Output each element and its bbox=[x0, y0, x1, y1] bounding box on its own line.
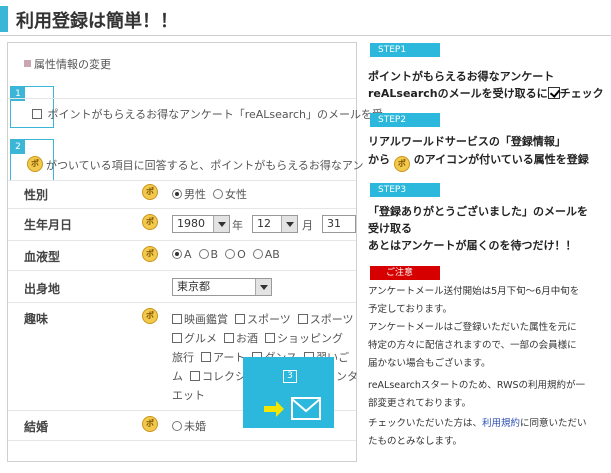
step2-line2: から ポ のアイコンが付いている属性を登録 bbox=[368, 151, 589, 172]
optin-row: ポイントがもらえるお得なアンケート「reALsearch」のメールを受 bbox=[32, 106, 383, 122]
blood-a-radio[interactable] bbox=[172, 249, 182, 259]
divider bbox=[8, 98, 356, 99]
coin-icon: ポ bbox=[142, 416, 158, 432]
notice-line: 部変更されております。 bbox=[368, 398, 471, 409]
hobby-row-1: 映画鑑賞 スポーツ スポーツ bbox=[172, 311, 354, 327]
hobby-row-4: ム コレクシ bbox=[172, 370, 246, 383]
notice-line: アンケートメールはご登録いただいた属性を元に bbox=[368, 322, 577, 333]
blood-o-radio[interactable] bbox=[225, 249, 236, 259]
checkbox-checked-icon bbox=[547, 87, 560, 99]
hobby-label: 趣味 bbox=[24, 312, 49, 326]
birth-day-select[interactable]: 31 bbox=[322, 215, 356, 233]
notice-terms-line: チェックいただいた方は、利用規約に同意いただい bbox=[368, 418, 587, 429]
blood-ab-radio[interactable] bbox=[252, 249, 263, 259]
hobby-row-2: グルメ お酒 ショッピング bbox=[172, 330, 343, 346]
hobby-row-5: エット bbox=[172, 389, 205, 402]
coin-icon: ポ bbox=[142, 214, 158, 230]
step1-badge: STEP1 bbox=[370, 43, 440, 57]
birthplace-select[interactable]: 東京都 bbox=[172, 278, 272, 296]
divider bbox=[8, 270, 356, 271]
coin-icon: ポ bbox=[142, 308, 158, 324]
birth-year-select[interactable]: 1980 bbox=[172, 215, 230, 233]
marriage-label: 結婚 bbox=[24, 420, 49, 434]
step2-badge: STEP2 bbox=[370, 113, 440, 127]
divider bbox=[8, 240, 356, 241]
divider bbox=[8, 208, 356, 209]
step2-line1: リアルワールドサービスの「登録情報」 bbox=[368, 135, 566, 148]
hobby-checkbox[interactable] bbox=[265, 333, 275, 343]
notice-line: reALsearchスタートのため、RWSの利用規約が一 bbox=[368, 380, 586, 391]
year-unit: 年 bbox=[232, 219, 243, 232]
step3-badge: STEP3 bbox=[370, 183, 440, 197]
birth-month-select[interactable]: 12 bbox=[252, 215, 298, 233]
hobby-checkbox[interactable] bbox=[235, 314, 245, 324]
section-title: 属性情報の変更 bbox=[24, 56, 111, 72]
blood-options: A B O AB bbox=[172, 248, 280, 261]
chevron-down-icon bbox=[255, 279, 271, 295]
blood-label: 血液型 bbox=[24, 250, 61, 264]
coin-icon: ポ bbox=[393, 156, 410, 172]
step1-line1: ポイントがもらえるお得なアンケート bbox=[368, 70, 555, 83]
hobby-row-4-tail: ンタ bbox=[336, 370, 358, 383]
notice-final-line: たものとみなします。 bbox=[368, 436, 463, 447]
hobby-checkbox[interactable] bbox=[172, 333, 182, 343]
notice-line: アンケートメール送付開始は5月下旬〜6月中旬を bbox=[368, 286, 580, 297]
chevron-down-icon bbox=[213, 216, 229, 232]
hobby-checkbox[interactable] bbox=[297, 314, 308, 324]
section-bullet-icon bbox=[24, 60, 31, 67]
title-accent-bar bbox=[0, 6, 8, 32]
hobby-checkbox[interactable] bbox=[172, 314, 182, 324]
divider bbox=[8, 440, 356, 441]
female-radio[interactable] bbox=[213, 189, 223, 199]
notice-line: 届かない場合もございます。 bbox=[368, 358, 491, 369]
terms-link[interactable]: 利用規約 bbox=[482, 418, 520, 429]
optin-checkbox[interactable] bbox=[32, 109, 42, 119]
hobby-checkbox[interactable] bbox=[190, 371, 200, 381]
step3-line1: 「登録ありがとうございました」のメールを bbox=[368, 205, 588, 218]
divider bbox=[8, 302, 356, 303]
mail-arrow-icon bbox=[264, 397, 321, 420]
gender-options: 男性 女性 bbox=[172, 186, 247, 202]
step1-line2: reALsearchのメールを受け取るに チェック bbox=[368, 87, 604, 100]
notice-line: 特定の方々に配信されますので、一部の会員様に bbox=[368, 340, 577, 351]
birth-label: 生年月日 bbox=[24, 218, 73, 232]
notice-badge: ご注意 bbox=[370, 266, 440, 280]
title-divider bbox=[0, 35, 611, 36]
step3-number: 3 bbox=[283, 370, 297, 383]
male-radio[interactable] bbox=[172, 189, 182, 199]
month-unit: 月 bbox=[302, 219, 313, 232]
step3-line2: 受け取る bbox=[368, 222, 412, 235]
step2-number: 2 bbox=[11, 140, 25, 154]
coin-icon: ポ bbox=[142, 246, 158, 262]
birthplace-label: 出身地 bbox=[24, 282, 61, 296]
notice-line: 予定しております。 bbox=[368, 304, 452, 315]
page-title: 利用登録は簡単！！ bbox=[16, 11, 178, 32]
chevron-down-icon bbox=[281, 216, 297, 232]
hobby-checkbox[interactable] bbox=[201, 352, 211, 362]
coin-icon: ポ bbox=[27, 156, 43, 172]
optin-label: ポイントがもらえるお得なアンケート「reALsearch」のメールを受 bbox=[47, 108, 383, 121]
marriage-options: 未婚 bbox=[172, 418, 206, 434]
divider bbox=[8, 180, 356, 181]
blood-b-radio[interactable] bbox=[198, 249, 209, 259]
coin-icon: ポ bbox=[142, 184, 158, 200]
gender-label: 性別 bbox=[24, 188, 49, 202]
coin-note: がついている項目に回答すると、ポイントがもらえるお得なアン bbox=[46, 159, 364, 172]
unmarried-radio[interactable] bbox=[172, 421, 182, 431]
hobby-checkbox[interactable] bbox=[224, 333, 234, 343]
step3-line3: あとはアンケートが届くのを待つだけ！！ bbox=[368, 239, 577, 252]
